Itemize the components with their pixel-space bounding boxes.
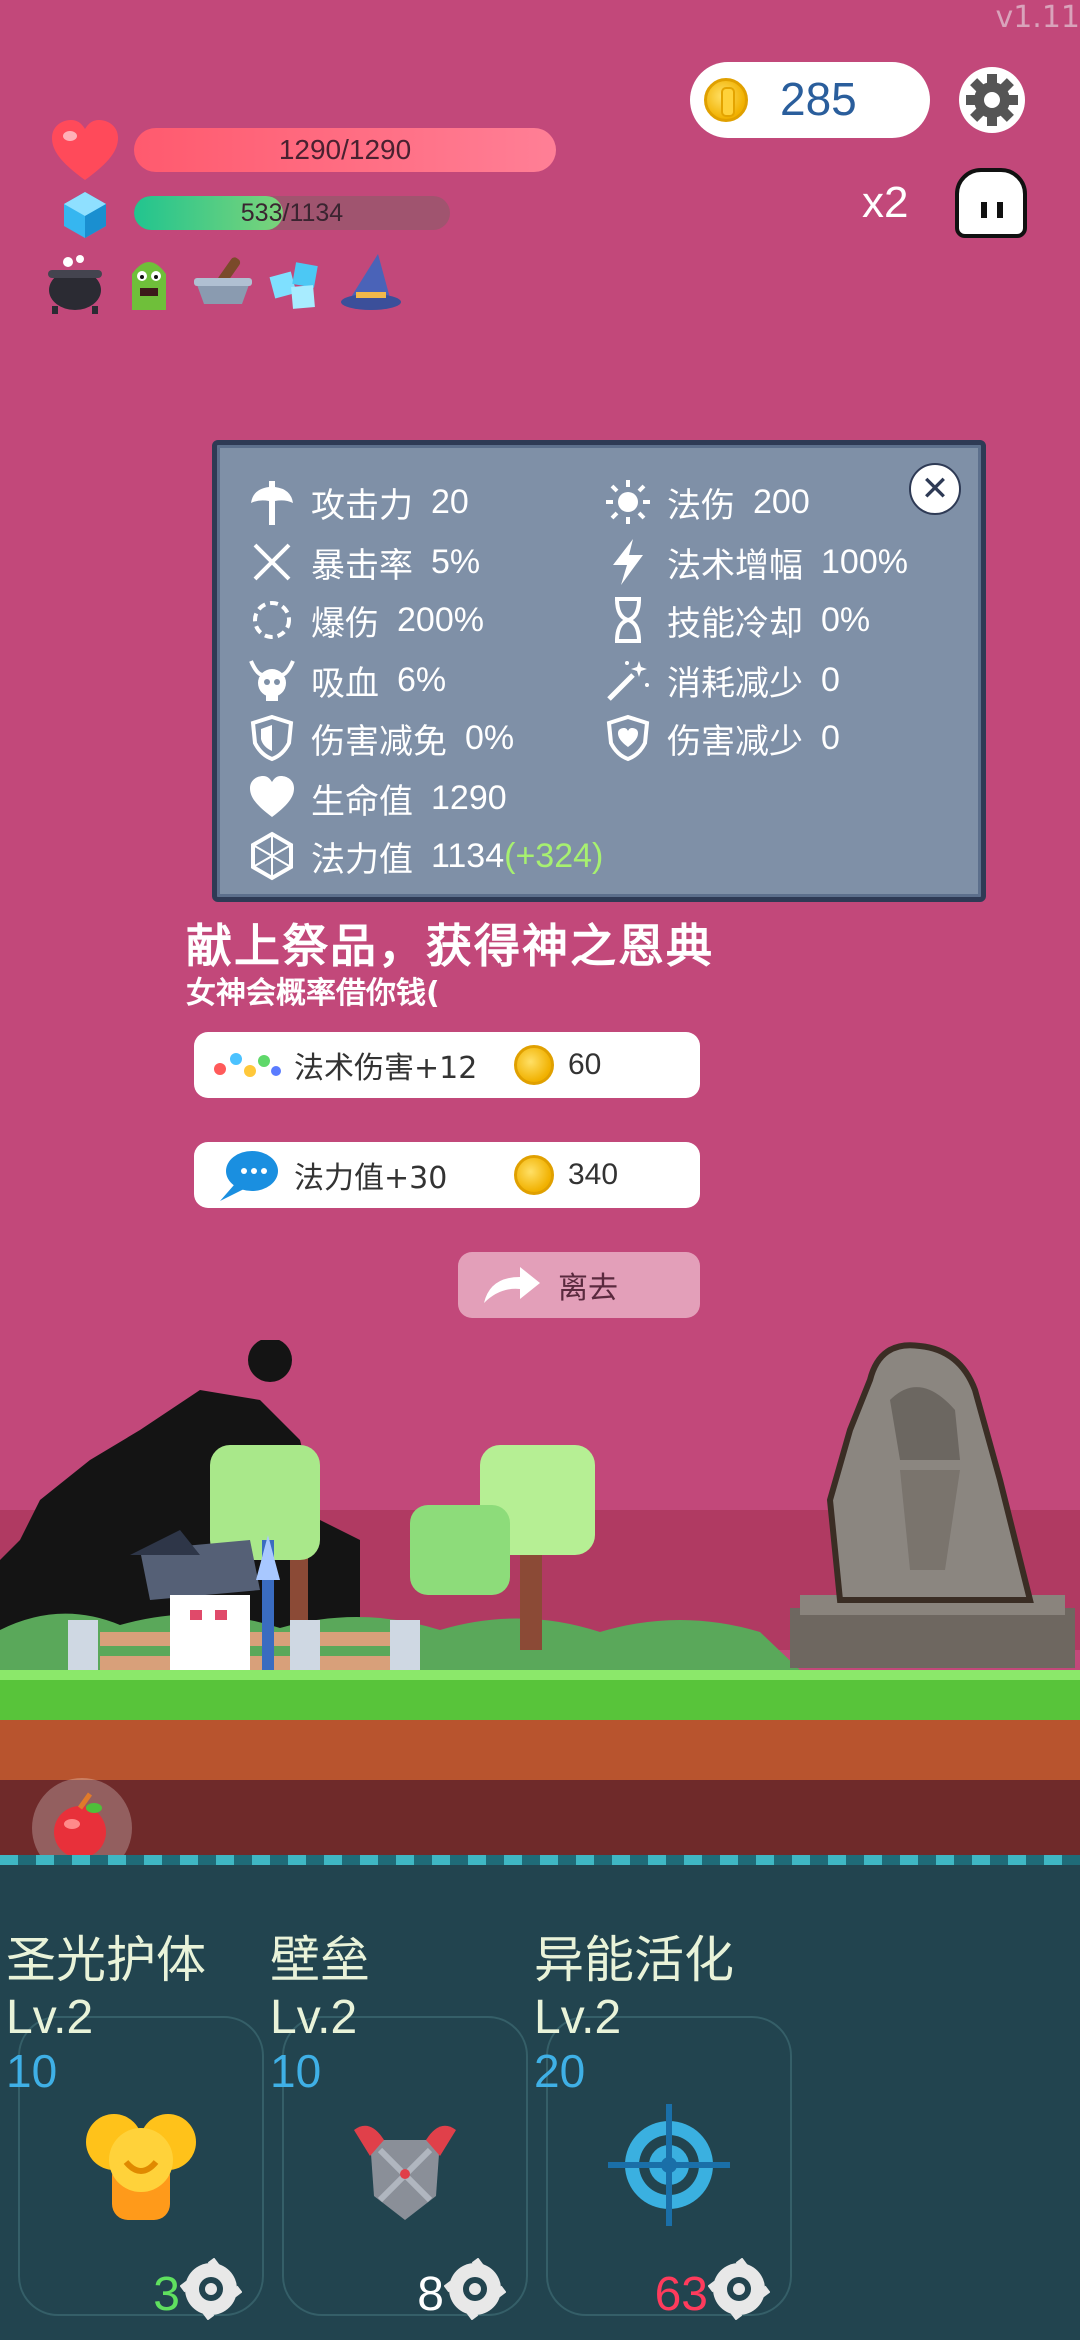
wizard-hat-icon[interactable] <box>338 250 404 316</box>
arrow-right-icon <box>484 1267 540 1303</box>
hourglass-icon <box>615 597 641 643</box>
chat-bubble-icon <box>220 1151 278 1201</box>
offering-option-mp[interactable]: 法力值+30 340 <box>194 1142 700 1208</box>
sawblade-icon <box>180 2258 242 2320</box>
gear-icon[interactable] <box>956 64 1028 136</box>
hexagon-icon <box>251 831 293 881</box>
coin-counter: 285 <box>690 62 930 138</box>
mortar-icon[interactable] <box>190 250 256 316</box>
ghost-icon[interactable] <box>955 168 1027 238</box>
close-icon[interactable]: ✕ <box>909 463 961 515</box>
skill-bulwark[interactable]: 壁垒 Lv.2 10 8 <box>270 1920 532 2321</box>
sun-icon <box>606 480 650 524</box>
hp-text: 1290/1290 <box>278 134 412 165</box>
leave-button[interactable]: 离去 <box>458 1252 700 1318</box>
stat-crit-damage: 爆伤 200% <box>247 595 484 645</box>
coin-amount: 285 <box>780 73 857 125</box>
armor-icon <box>354 2125 456 2220</box>
ice-cubes-icon[interactable] <box>264 250 330 316</box>
green-monster-icon[interactable] <box>116 250 182 316</box>
magic-wand-icon <box>607 661 649 701</box>
heart-icon <box>52 120 118 180</box>
sawblade-icon <box>444 2258 506 2320</box>
skill-count: 3 <box>153 2268 180 2321</box>
golden-helmets-icon <box>86 2114 196 2220</box>
stat-attack: 攻击力 20 <box>247 477 469 527</box>
skull-horns-icon <box>249 660 295 701</box>
goddess-statue <box>790 1342 1075 1668</box>
stat-spell-amplify: 法术增幅 100% <box>603 537 908 587</box>
skill-holy-light[interactable]: 圣光护体 Lv.2 10 3 <box>6 1920 268 2321</box>
coin-icon <box>704 78 748 122</box>
stat-damage-immunity: 伤害减免 0% <box>247 713 514 763</box>
stat-cooldown: 技能冷却 0% <box>603 595 870 645</box>
coin-icon <box>514 1155 554 1195</box>
coin-icon <box>514 1045 554 1085</box>
axe-icon <box>251 481 293 525</box>
heart-shield-icon <box>606 714 650 762</box>
buff-list <box>42 250 404 316</box>
game-scene <box>0 1340 1080 1860</box>
stats-panel: ✕ 攻击力 20 暴击率 5% 爆伤 200% 吸血 6% 伤害减免 0% 生命值 1290… <box>212 440 986 902</box>
offering-option-spell-damage[interactable]: 法术伤害+12 60 <box>194 1032 700 1098</box>
skill-psionic-activation[interactable]: 异能活化 Lv.2 20 63 <box>534 1920 796 2321</box>
skill-count: 8 <box>417 2268 444 2321</box>
stat-crit-rate: 暴击率 5% <box>247 537 480 587</box>
stat-damage-reduction: 伤害减少 0 <box>603 713 840 763</box>
speed-multiplier[interactable]: x2 <box>862 178 908 228</box>
crosshair-icon <box>608 2104 730 2226</box>
crossed-swords-icon <box>253 543 291 581</box>
cauldron-icon[interactable] <box>42 250 108 316</box>
burst-ring-icon <box>253 601 291 639</box>
stat-magic-damage: 法伤 200 <box>603 477 810 527</box>
stat-hp: 生命值 1290 <box>247 773 507 823</box>
mp-bar: 533/1134 <box>134 196 450 230</box>
mana-crystal-icon <box>64 192 106 238</box>
stat-cost-reduction: 消耗减少 0 <box>603 655 840 705</box>
shield-icon <box>250 714 294 762</box>
version-label: v1.11 <box>995 0 1080 35</box>
lightning-icon <box>613 539 643 585</box>
color-dots-icon <box>214 1053 281 1077</box>
heart-icon <box>250 776 294 817</box>
offering-title: 献上祭品，获得神之恩典 <box>186 919 714 973</box>
sawblade-icon <box>708 2258 770 2320</box>
mp-text: 533/1134 <box>240 199 344 227</box>
hp-bar: 1290/1290 <box>134 128 556 172</box>
mp-bonus: (+324) <box>504 836 604 875</box>
stat-lifesteal: 吸血 6% <box>247 655 446 705</box>
skill-count: 63 <box>654 2268 708 2321</box>
offering-subtitle: 女神会概率借你钱( <box>186 976 440 1011</box>
stat-mp: 法力值 1134 (+324) <box>247 831 603 881</box>
